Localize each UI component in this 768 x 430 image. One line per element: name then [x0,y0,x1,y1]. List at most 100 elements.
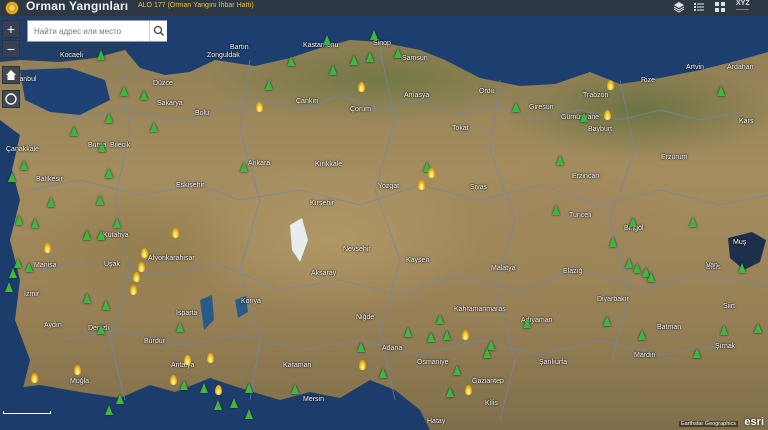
forest-fire-marker[interactable] [14,258,22,268]
forest-fire-marker[interactable] [116,394,124,404]
satellite-map[interactable]: Kastamonu Zonguldak Sinop Samsun Bartın Çankı… [0,0,768,430]
active-fire-icon[interactable] [44,243,51,253]
active-fire-icon[interactable] [184,355,191,365]
forest-fire-marker[interactable] [47,197,55,207]
forest-fire-marker[interactable] [357,342,365,352]
forest-fire-marker[interactable] [754,323,762,333]
forest-fire-marker[interactable] [97,230,105,240]
zoom-out-button[interactable]: − [2,40,20,58]
forest-fire-marker[interactable] [9,268,17,278]
forest-fire-marker[interactable] [240,162,248,172]
forest-fire-marker[interactable] [230,398,238,408]
forest-fire-marker[interactable] [329,65,337,75]
active-fire-icon[interactable] [256,102,263,112]
forest-fire-marker[interactable] [5,282,13,292]
forest-fire-marker[interactable] [689,217,697,227]
active-fire-icon[interactable] [130,285,137,295]
active-fire-icon[interactable] [141,248,148,258]
forest-fire-marker[interactable] [483,348,491,358]
forest-fire-marker[interactable] [176,322,184,332]
forest-fire-marker[interactable] [200,383,208,393]
active-fire-icon[interactable] [172,228,179,238]
active-fire-icon[interactable] [138,262,145,272]
forest-fire-marker[interactable] [105,113,113,123]
home-button[interactable] [2,66,20,84]
forest-fire-marker[interactable] [603,316,611,326]
active-fire-icon[interactable] [604,110,611,120]
forest-fire-marker[interactable] [394,48,402,58]
forest-fire-marker[interactable] [31,218,39,228]
forest-fire-marker[interactable] [287,56,295,66]
forest-fire-marker[interactable] [443,330,451,340]
forest-fire-marker[interactable] [140,90,148,100]
forest-fire-marker[interactable] [512,102,520,112]
forest-fire-marker[interactable] [580,112,588,122]
active-fire-icon[interactable] [607,80,614,90]
locate-button[interactable] [2,90,20,108]
active-fire-icon[interactable] [359,360,366,370]
forest-fire-marker[interactable] [96,195,104,205]
forest-fire-marker[interactable] [404,327,412,337]
forest-fire-marker[interactable] [633,263,641,273]
active-fire-icon[interactable] [428,168,435,178]
forest-fire-marker[interactable] [453,365,461,375]
forest-fire-marker[interactable] [15,215,23,225]
forest-fire-marker[interactable] [609,237,617,247]
forest-fire-marker[interactable] [214,400,222,410]
forest-fire-marker[interactable] [647,272,655,282]
forest-fire-marker[interactable] [20,160,28,170]
active-fire-icon[interactable] [207,353,214,363]
list-icon[interactable] [692,1,706,15]
grid-icon[interactable] [713,1,727,15]
active-fire-icon[interactable] [215,385,222,395]
forest-fire-marker[interactable] [180,380,188,390]
active-fire-icon[interactable] [170,375,177,385]
forest-fire-marker[interactable] [113,218,121,228]
forest-fire-marker[interactable] [738,263,746,273]
forest-fire-marker[interactable] [150,122,158,132]
forest-fire-marker[interactable] [70,126,78,136]
forest-fire-marker[interactable] [102,300,110,310]
forest-fire-marker[interactable] [625,258,633,268]
forest-fire-marker[interactable] [97,324,105,334]
forest-fire-marker[interactable] [25,262,33,272]
forest-fire-marker[interactable] [379,368,387,378]
forest-fire-marker[interactable] [693,348,701,358]
forest-fire-marker[interactable] [245,409,253,419]
layers-icon[interactable] [672,1,686,15]
forest-fire-marker[interactable] [638,330,646,340]
forest-fire-marker[interactable] [436,314,444,324]
forest-fire-marker[interactable] [370,30,378,40]
forest-fire-marker[interactable] [97,50,105,60]
active-fire-icon[interactable] [31,373,38,383]
forest-fire-marker[interactable] [350,55,358,65]
forest-fire-marker[interactable] [556,155,564,165]
active-fire-icon[interactable] [74,365,81,375]
zoom-in-button[interactable]: + [2,20,20,38]
search-button[interactable] [149,21,167,41]
forest-fire-marker[interactable] [720,325,728,335]
forest-fire-marker[interactable] [83,230,91,240]
forest-fire-marker[interactable] [245,383,253,393]
forest-fire-marker[interactable] [717,86,725,96]
forest-fire-marker[interactable] [120,86,128,96]
active-fire-icon[interactable] [133,272,140,282]
forest-fire-marker[interactable] [105,405,113,415]
forest-fire-marker[interactable] [323,35,331,45]
forest-fire-marker[interactable] [446,387,454,397]
forest-fire-marker[interactable] [98,142,106,152]
forest-fire-marker[interactable] [291,384,299,394]
active-fire-icon[interactable] [462,330,469,340]
coordinate-tool-button[interactable]: XYZ ─── [736,0,750,14]
forest-fire-marker[interactable] [8,172,16,182]
active-fire-icon[interactable] [465,385,472,395]
forest-fire-marker[interactable] [366,52,374,62]
forest-fire-marker[interactable] [83,293,91,303]
forest-fire-marker[interactable] [523,318,531,328]
search-input[interactable] [28,21,148,41]
forest-fire-marker[interactable] [105,168,113,178]
forest-fire-marker[interactable] [427,332,435,342]
active-fire-icon[interactable] [358,82,365,92]
active-fire-icon[interactable] [418,180,425,190]
forest-fire-marker[interactable] [265,80,273,90]
